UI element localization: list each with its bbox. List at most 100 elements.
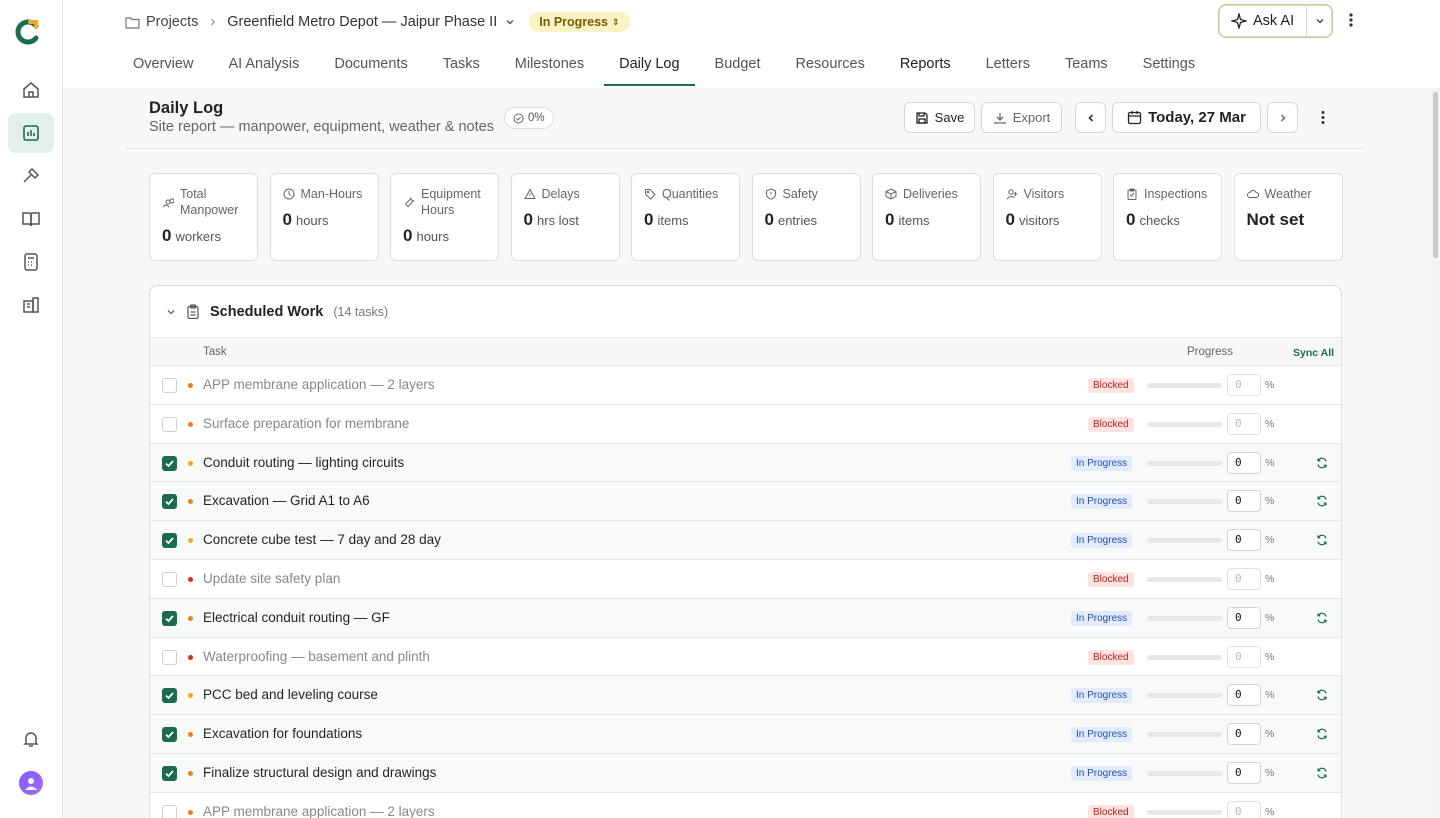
tab-tasks[interactable]: Tasks [435,44,488,86]
progress-input[interactable]: 0 [1227,761,1261,784]
table-row[interactable]: Finalize structural design and drawings I… [150,753,1341,793]
table-row[interactable]: Electrical conduit routing — GF In Progre… [150,598,1341,638]
sync-icon[interactable] [1316,612,1328,624]
project-status-pill[interactable]: In Progress ⇕ [529,12,630,32]
task-name[interactable]: Finalize structural design and drawings [203,765,436,780]
table-row[interactable]: Conduit routing — lighting circuits In Pr… [150,443,1341,483]
chevron-down-icon[interactable] [166,307,176,317]
tab-resources[interactable]: Resources [788,44,873,86]
tab-milestones[interactable]: Milestones [507,44,592,86]
task-checkbox[interactable] [162,494,177,510]
progress-input[interactable]: 0 [1227,567,1261,590]
progress-input[interactable]: 0 [1227,451,1261,474]
task-checkbox[interactable] [162,378,177,393]
projects-icon[interactable] [8,113,54,153]
chevron-down-icon[interactable] [505,17,515,27]
task-checkbox[interactable] [162,610,177,626]
task-name[interactable]: APP membrane application — 2 layers [203,377,435,392]
table-row[interactable]: PCC bed and leveling course In Progress 0% [150,676,1341,716]
stat-card-delays[interactable]: Delays 0 hrs lost [510,173,620,261]
progress-input[interactable]: 0 [1227,412,1261,435]
more-options-icon[interactable] [1349,12,1353,28]
save-button[interactable]: Save [904,102,975,133]
tab-teams[interactable]: Teams [1057,44,1116,86]
building-icon[interactable] [8,285,54,325]
table-row[interactable]: Excavation — Grid A1 to A6 In Progress 0% [150,482,1341,522]
task-name[interactable]: Conduit routing — lighting circuits [203,455,404,470]
task-checkbox[interactable] [162,688,177,704]
tab-letters[interactable]: Letters [978,44,1038,86]
hammer-icon[interactable] [8,156,54,196]
next-day-button[interactable] [1267,102,1298,133]
task-checkbox[interactable] [162,804,177,818]
task-name[interactable]: Electrical conduit routing — GF [203,610,390,625]
table-row[interactable]: Waterproofing — basement and plinth Block… [150,638,1341,677]
tab-ai-analysis[interactable]: AI Analysis [220,44,307,86]
task-name[interactable]: APP membrane application — 2 layers [203,804,435,818]
progress-input[interactable]: 0 [1227,723,1261,746]
task-checkbox[interactable] [162,533,177,549]
stat-card-total-manpower[interactable]: Total Manpower 0 workers [149,173,258,261]
tab-documents[interactable]: Documents [326,44,415,86]
scheduled-work-header[interactable]: Scheduled Work (14 tasks) [150,286,1341,338]
breadcrumb-project[interactable]: Greenfield Metro Depot — Jaipur Phase II [227,14,497,30]
stat-card-equipment-hours[interactable]: Equipment Hours 0 hours [390,173,499,261]
scrollbar-thumb[interactable] [1433,92,1438,258]
task-checkbox[interactable] [162,649,177,665]
task-name[interactable]: Waterproofing — basement and plinth [203,649,430,664]
stat-card-visitors[interactable]: Visitors 0 visitors [992,173,1102,261]
progress-input[interactable]: 0 [1227,529,1261,552]
table-row[interactable]: Excavation for foundations In Progress 0% [150,715,1341,754]
table-row[interactable]: Concrete cube test — 7 day and 28 day In … [150,521,1341,560]
task-checkbox[interactable] [162,765,177,781]
table-row[interactable]: Update site safety plan Blocked 0% [150,560,1341,599]
prev-day-button[interactable] [1075,102,1106,133]
tab-reports[interactable]: Reports [892,44,959,86]
sync-all-button[interactable]: Sync All [1293,347,1334,359]
export-button[interactable]: Export [981,102,1062,133]
tab-budget[interactable]: Budget [707,44,769,86]
tab-settings[interactable]: Settings [1135,44,1203,86]
table-row[interactable]: APP membrane application — 2 layers Block… [150,793,1341,818]
progress-input[interactable]: 0 [1227,606,1261,629]
task-name[interactable]: Excavation — Grid A1 to A6 [203,493,370,508]
progress-input[interactable]: 0 [1227,684,1261,707]
task-checkbox[interactable] [162,727,177,743]
stat-card-deliveries[interactable]: Deliveries 0 items [872,173,981,261]
bell-icon[interactable] [8,719,54,759]
task-name[interactable]: PCC bed and leveling course [203,687,378,702]
ask-ai-dropdown-icon[interactable] [1306,5,1332,37]
task-name[interactable]: Excavation for foundations [203,726,362,741]
progress-input[interactable]: 0 [1227,490,1261,513]
progress-input[interactable]: 0 [1227,645,1261,668]
book-icon[interactable] [8,199,54,239]
breadcrumb-projects[interactable]: Projects [146,14,198,30]
sync-icon[interactable] [1316,728,1328,740]
progress-input[interactable]: 0 [1227,374,1261,396]
stat-card-man-hours[interactable]: Man-Hours 0 hours [269,173,379,261]
home-icon[interactable] [8,70,54,110]
task-name[interactable]: Concrete cube test — 7 day and 28 day [203,532,441,547]
tab-overview[interactable]: Overview [125,44,201,86]
progress-input[interactable]: 0 [1227,800,1261,818]
date-picker-button[interactable]: Today, 27 Mar [1112,102,1261,133]
sync-icon[interactable] [1316,495,1328,507]
ask-ai-button[interactable]: Ask AI [1218,4,1333,38]
stat-card-safety[interactable]: Safety 0 entries [751,173,861,261]
task-checkbox[interactable] [162,571,177,587]
sync-icon[interactable] [1316,534,1328,546]
stat-card-quantities[interactable]: Quantities 0 items [631,173,740,261]
sync-icon[interactable] [1316,767,1328,779]
scrollbar[interactable] [1431,88,1440,818]
app-logo[interactable] [14,18,42,46]
sync-icon[interactable] [1316,457,1328,469]
stat-card-inspections[interactable]: Inspections 0 checks [1113,173,1222,261]
task-name[interactable]: Update site safety plan [203,571,340,586]
table-row[interactable]: APP membrane application — 2 layers Block… [150,366,1341,405]
calculator-icon[interactable] [8,242,54,282]
task-checkbox[interactable] [162,416,177,432]
page-more-icon[interactable] [1321,110,1325,125]
user-avatar[interactable] [19,771,43,795]
table-row[interactable]: Surface preparation for membrane Blocked 0… [150,405,1341,444]
tab-daily-log[interactable]: Daily Log [604,44,695,86]
